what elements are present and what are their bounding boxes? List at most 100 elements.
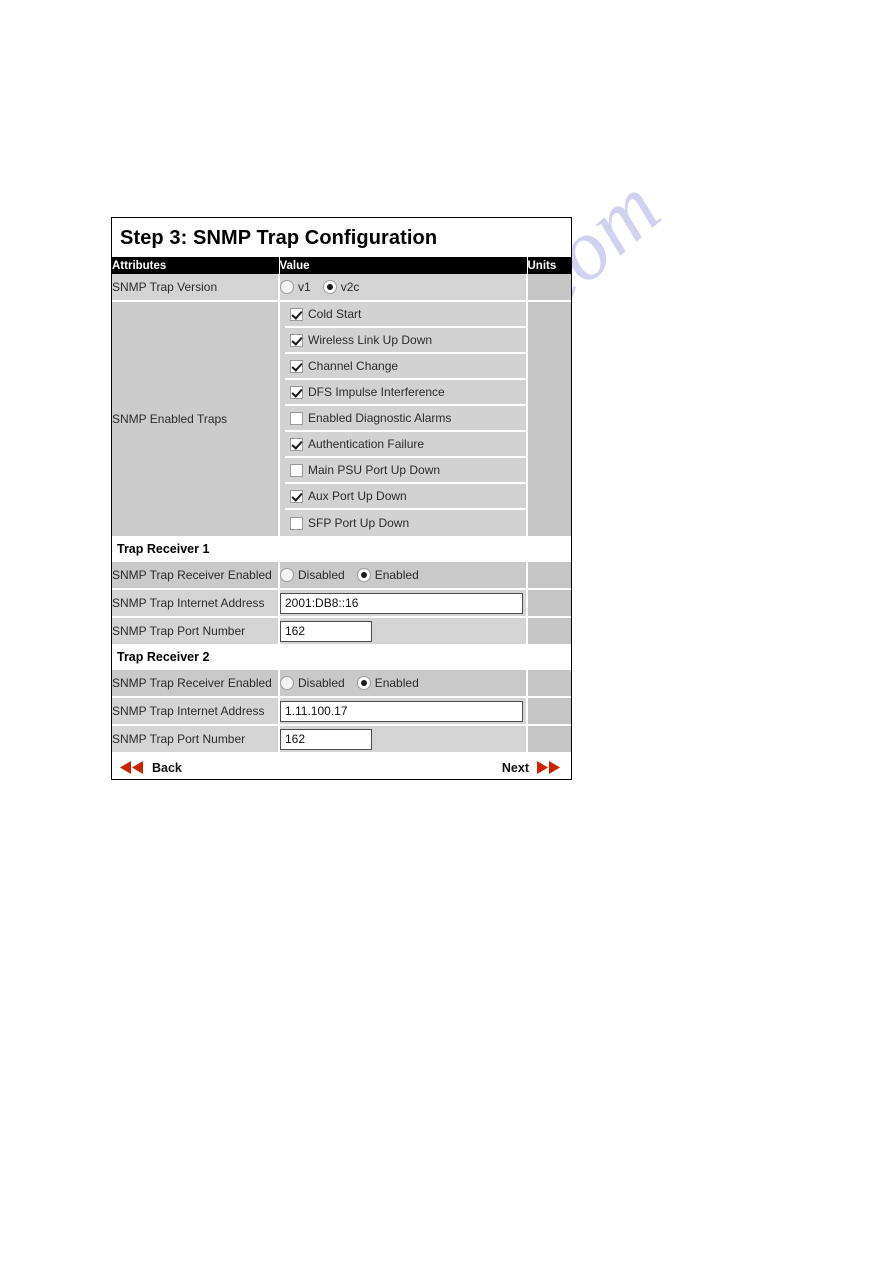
table-header-row: Attributes Value Units [112,257,571,274]
page-title: Step 3: SNMP Trap Configuration [120,227,438,249]
receiver1-enabled-radio-group: Disabled Enabled [280,562,526,588]
trap-label: SFP Port Up Down [308,516,410,530]
row-label-receiver2-enabled: SNMP Trap Receiver Enabled [112,669,280,698]
section-label-cell: Trap Receiver 1 [112,537,280,562]
section-title: Trap Receiver 2 [117,650,210,664]
row-units-snmp-trap-version [527,274,571,302]
next-button[interactable]: Next [502,761,563,775]
radio-receiver1-disabled[interactable] [280,568,294,582]
double-arrow-left-icon [118,761,146,774]
trap-checkbox-row[interactable]: Enabled Diagnostic Alarms [285,406,526,432]
row-units-receiver1-port [527,617,571,646]
radio-receiver1-disabled-label: Disabled [298,568,345,582]
configuration-table: Attributes Value Units SNMP Trap Version… [112,257,571,754]
double-arrow-right-icon [535,761,563,774]
row-value-receiver2-port: 162 [279,725,528,754]
radio-receiver2-disabled[interactable] [280,676,294,690]
table-row-receiver2-port: SNMP Trap Port Number 162 [112,725,571,754]
receiver2-enabled-radio-group: Disabled Enabled [280,670,526,696]
checkbox-authentication-failure[interactable] [290,437,303,451]
checkbox-sfp-port-up-down[interactable] [290,516,303,530]
row-value-receiver2-enabled: Disabled Enabled [279,669,528,698]
radio-v2c-label: v2c [340,280,360,294]
trap-label: DFS Impulse Interference [308,385,445,399]
column-header-attributes: Attributes [112,257,280,274]
trap-checkbox-row[interactable]: Authentication Failure [285,432,526,458]
section-spacer-units [527,645,571,670]
radio-v1-label: v1 [298,280,311,294]
snmp-enabled-traps-list: Cold Start Wireless Link Up Down Channel… [285,302,526,536]
checkbox-wireless-link-up-down[interactable] [290,333,303,347]
receiver1-port-input[interactable]: 162 [280,620,372,642]
row-label-receiver1-port: SNMP Trap Port Number [112,617,280,646]
checkbox-aux-port-up-down[interactable] [290,489,303,503]
trap-checkbox-row[interactable]: SFP Port Up Down [285,510,526,536]
radio-receiver2-enabled-label: Enabled [374,676,419,690]
trap-label: Channel Change [308,359,399,373]
row-value-receiver1-address: 2001:DB8::16 [279,589,528,618]
trap-checkbox-row[interactable]: Channel Change [285,354,526,380]
row-value-snmp-enabled-traps: Cold Start Wireless Link Up Down Channel… [279,301,528,538]
checkbox-main-psu-port-up-down[interactable] [290,463,303,477]
trap-checkbox-row[interactable]: DFS Impulse Interference [285,380,526,406]
row-units-receiver2-port [527,725,571,754]
radio-receiver1-enabled-label: Enabled [374,568,419,582]
row-units-receiver1-address [527,589,571,618]
table-row-receiver2-address: SNMP Trap Internet Address 1.11.100.17 [112,697,571,726]
column-header-value: Value [279,257,528,274]
section-title: Trap Receiver 1 [117,542,210,556]
row-units-snmp-enabled-traps [527,301,571,538]
section-label-cell: Trap Receiver 2 [112,645,280,670]
snmp-trap-version-radio-group: v1 v2c [280,274,526,300]
row-value-receiver1-port: 162 [279,617,528,646]
trap-label: Enabled Diagnostic Alarms [308,411,452,425]
receiver2-address-input[interactable]: 1.11.100.17 [280,700,523,722]
column-header-units: Units [527,257,571,274]
radio-v2c[interactable] [322,280,337,294]
table-row-snmp-enabled-traps: SNMP Enabled Traps Cold Start Wireless L… [112,301,571,538]
section-spacer-value [279,537,528,562]
next-label: Next [501,760,529,775]
section-header-trap-receiver-2: Trap Receiver 2 [112,645,571,670]
snmp-trap-configuration-panel: Step 3: SNMP Trap Configuration Attribut… [111,217,572,780]
table-row-snmp-trap-version: SNMP Trap Version v1 v2c [112,274,571,302]
trap-checkbox-row[interactable]: Aux Port Up Down [285,484,526,510]
radio-receiver2-disabled-label: Disabled [298,676,345,690]
trap-checkbox-row[interactable]: Main PSU Port Up Down [285,458,526,484]
section-header-trap-receiver-1: Trap Receiver 1 [112,537,571,562]
trap-label: Wireless Link Up Down [308,333,433,347]
receiver1-address-input[interactable]: 2001:DB8::16 [280,592,523,614]
trap-checkbox-row[interactable]: Cold Start [285,302,526,328]
receiver2-port-input[interactable]: 162 [280,728,372,750]
row-value-receiver2-address: 1.11.100.17 [279,697,528,726]
back-button[interactable]: Back [118,761,182,775]
radio-v1[interactable] [280,280,294,294]
row-label-receiver1-enabled: SNMP Trap Receiver Enabled [112,561,280,590]
row-label-receiver2-address: SNMP Trap Internet Address [112,697,280,726]
row-units-receiver1-enabled [527,561,571,590]
table-row-receiver1-enabled: SNMP Trap Receiver Enabled Disabled Enab… [112,561,571,590]
row-value-receiver1-enabled: Disabled Enabled [279,561,528,590]
radio-receiver1-enabled[interactable] [356,568,371,582]
table-row-receiver1-address: SNMP Trap Internet Address 2001:DB8::16 [112,589,571,618]
table-row-receiver2-enabled: SNMP Trap Receiver Enabled Disabled Enab… [112,669,571,698]
checkbox-channel-change[interactable] [290,359,303,373]
row-label-receiver1-address: SNMP Trap Internet Address [112,589,280,618]
trap-label: Authentication Failure [308,437,425,451]
row-units-receiver2-enabled [527,669,571,698]
radio-receiver2-enabled[interactable] [356,676,371,690]
row-units-receiver2-address [527,697,571,726]
checkbox-cold-start[interactable] [290,307,303,321]
back-label: Back [152,760,182,775]
table-row-receiver1-port: SNMP Trap Port Number 162 [112,617,571,646]
row-label-snmp-trap-version: SNMP Trap Version [112,274,280,302]
row-label-receiver2-port: SNMP Trap Port Number [112,725,280,754]
row-value-snmp-trap-version: v1 v2c [279,274,528,302]
wizard-navigation-bar: Back Next [112,754,571,779]
trap-checkbox-row[interactable]: Wireless Link Up Down [285,328,526,354]
checkbox-enabled-diagnostic-alarms[interactable] [290,411,303,425]
trap-label: Main PSU Port Up Down [308,463,441,477]
checkbox-dfs-impulse-interference[interactable] [290,385,303,399]
trap-label: Aux Port Up Down [308,489,407,503]
section-spacer-units [527,537,571,562]
